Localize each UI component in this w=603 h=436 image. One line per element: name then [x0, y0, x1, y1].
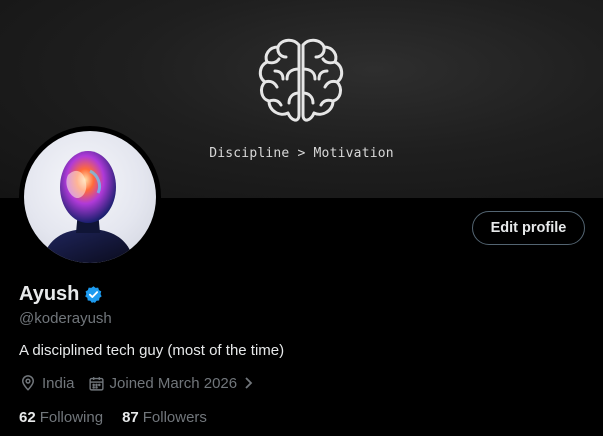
brain-icon: [258, 38, 344, 122]
location-item: India: [19, 374, 75, 392]
profile-bio: A disciplined tech guy (most of the time…: [19, 342, 285, 359]
edit-profile-button[interactable]: Edit profile: [472, 211, 585, 245]
profile-name-row: Ayush: [19, 283, 103, 306]
following-count: 62: [19, 409, 36, 426]
location-text: India: [42, 374, 75, 392]
profile-handle: @koderayush: [19, 310, 112, 327]
location-pin-icon: [21, 375, 35, 391]
joined-item[interactable]: Joined March 2026: [75, 375, 254, 392]
following-link[interactable]: 62 Following: [19, 409, 103, 426]
following-label: Following: [39, 409, 104, 426]
profile-name: Ayush: [19, 283, 80, 305]
followers-label: Followers: [142, 409, 207, 426]
joined-text: Joined March 2026: [109, 374, 238, 392]
avatar[interactable]: [24, 131, 156, 263]
chevron-right-icon: [245, 377, 253, 389]
profile-meta: India Joined March 2026: [19, 374, 253, 392]
follow-stats: 62 Following 87 Followers: [19, 409, 207, 426]
verified-badge-icon[interactable]: [84, 285, 103, 304]
followers-count: 87: [122, 409, 139, 426]
avatar-figure: [42, 151, 134, 263]
calendar-icon: [88, 376, 104, 391]
followers-link[interactable]: 87 Followers: [122, 409, 207, 426]
